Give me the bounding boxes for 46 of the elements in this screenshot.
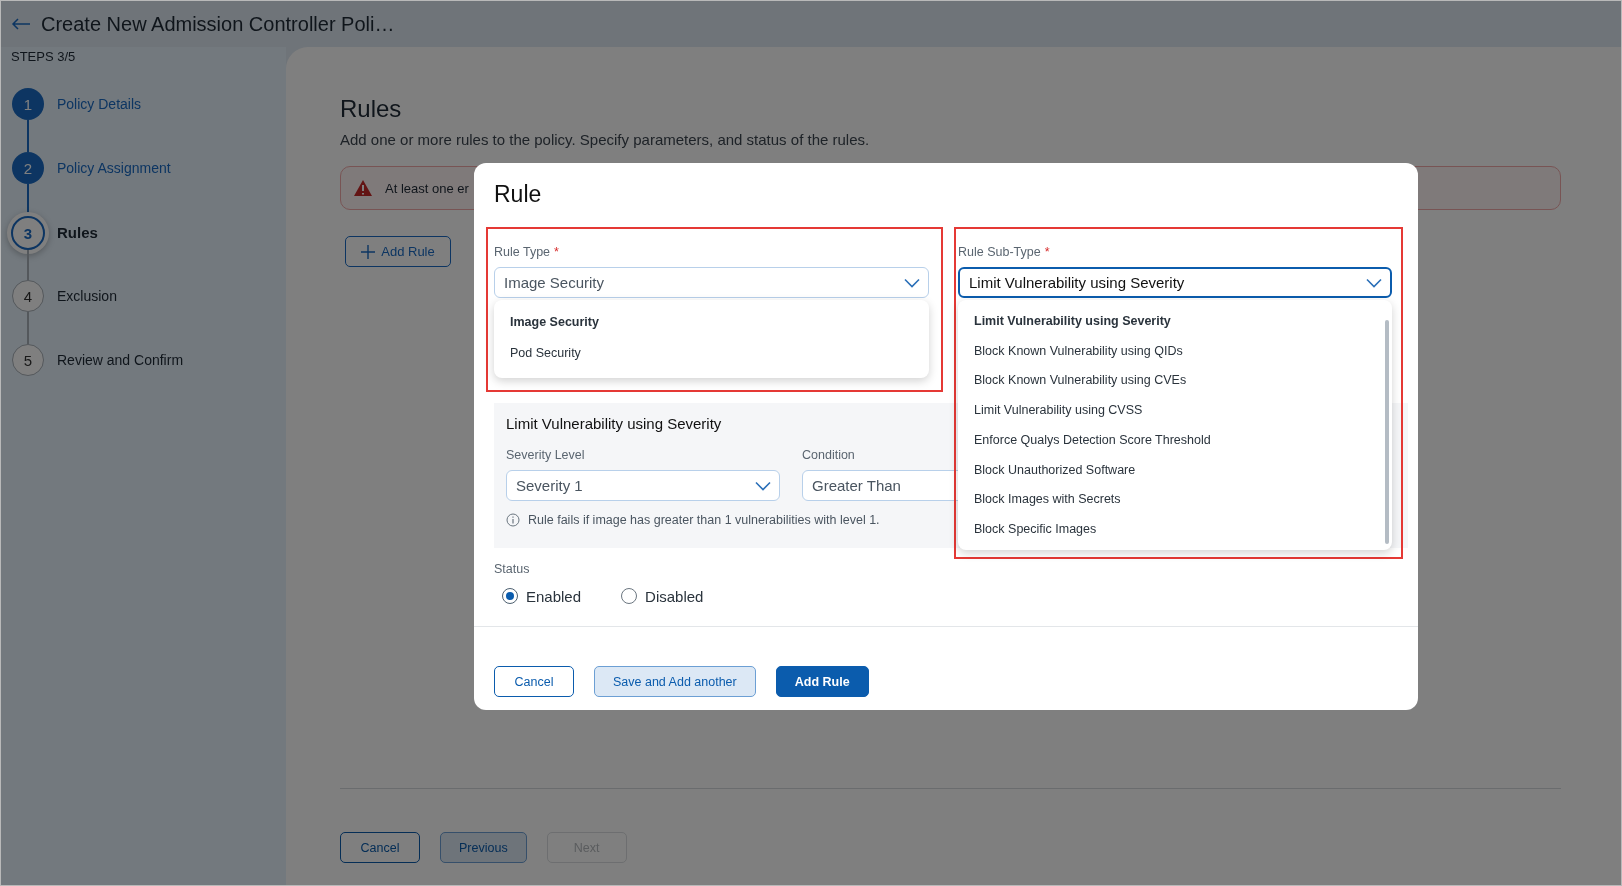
- status-radio[interactable]: Enabled: [502, 585, 582, 607]
- dialog-title: Rule: [494, 181, 543, 208]
- alert-message: At least one er: [385, 180, 469, 196]
- back-arrow-icon[interactable]: [11, 18, 31, 30]
- step-label[interactable]: Rules: [57, 216, 276, 280]
- step-label[interactable]: Review and Confirm: [57, 344, 276, 408]
- chevron-down-icon: [904, 277, 920, 288]
- step-number: 2: [12, 152, 44, 184]
- step-number: 5: [12, 344, 44, 376]
- panel-title: Limit Vulnerability using Severity: [506, 415, 722, 432]
- info-icon: [506, 513, 520, 527]
- info-text: Rule fails if image has greater than 1 vulnerabilities with level 1.: [528, 513, 880, 527]
- menu-option[interactable]: Block Known Vulnerability using CVEs: [974, 365, 1376, 396]
- warning-icon: [353, 179, 373, 197]
- menu-option[interactable]: Block Known Vulnerability using QIDs: [974, 335, 1376, 366]
- section-description: Add one or more rules to the policy. Specify parameters, and status of the rules.: [340, 131, 871, 148]
- plus-icon: [361, 244, 376, 259]
- select-field[interactable]: Severity 1: [506, 470, 780, 501]
- select-field[interactable]: Limit Vulnerability using Severity: [958, 267, 1392, 298]
- field-label: Severity Level: [506, 448, 586, 462]
- field-label: Rule Type *: [494, 245, 560, 259]
- menu-option[interactable]: Limit Vulnerability using Severity: [974, 306, 1376, 336]
- scrollbar[interactable]: [1385, 320, 1389, 544]
- select-field[interactable]: Image Security: [494, 267, 929, 298]
- steps-counter: STEPS 3/5: [11, 49, 77, 64]
- menu-option[interactable]: Block Specific Images: [974, 514, 1376, 544]
- dialog-button[interactable]: Save and Add another: [594, 666, 756, 697]
- section-heading: Rules: [340, 95, 403, 123]
- status-radio[interactable]: Disabled: [621, 585, 704, 607]
- field-label: Status: [494, 562, 531, 576]
- footer-button[interactable]: Cancel: [340, 832, 420, 863]
- step-number: 4: [12, 280, 44, 312]
- step-number: 3: [11, 216, 45, 250]
- menu-option[interactable]: Limit Vulnerability using CVSS: [974, 395, 1376, 425]
- step-number: 1: [12, 88, 44, 120]
- field-label: Rule Sub-Type *: [958, 245, 1051, 259]
- chevron-down-icon: [1366, 277, 1382, 288]
- menu-option[interactable]: Pod Security: [510, 337, 913, 368]
- field-label: Condition: [802, 448, 856, 462]
- chevron-down-icon: [755, 480, 771, 491]
- menu-option[interactable]: Image Security: [510, 306, 913, 337]
- step-label[interactable]: Exclusion: [57, 280, 276, 344]
- dialog-button[interactable]: Cancel: [494, 666, 574, 697]
- dialog-button[interactable]: Add Rule: [775, 666, 869, 697]
- menu-option[interactable]: Enforce Qualys Detection Score Threshold: [974, 425, 1376, 455]
- page-title: Create New Admission Controller Poli…: [41, 12, 395, 36]
